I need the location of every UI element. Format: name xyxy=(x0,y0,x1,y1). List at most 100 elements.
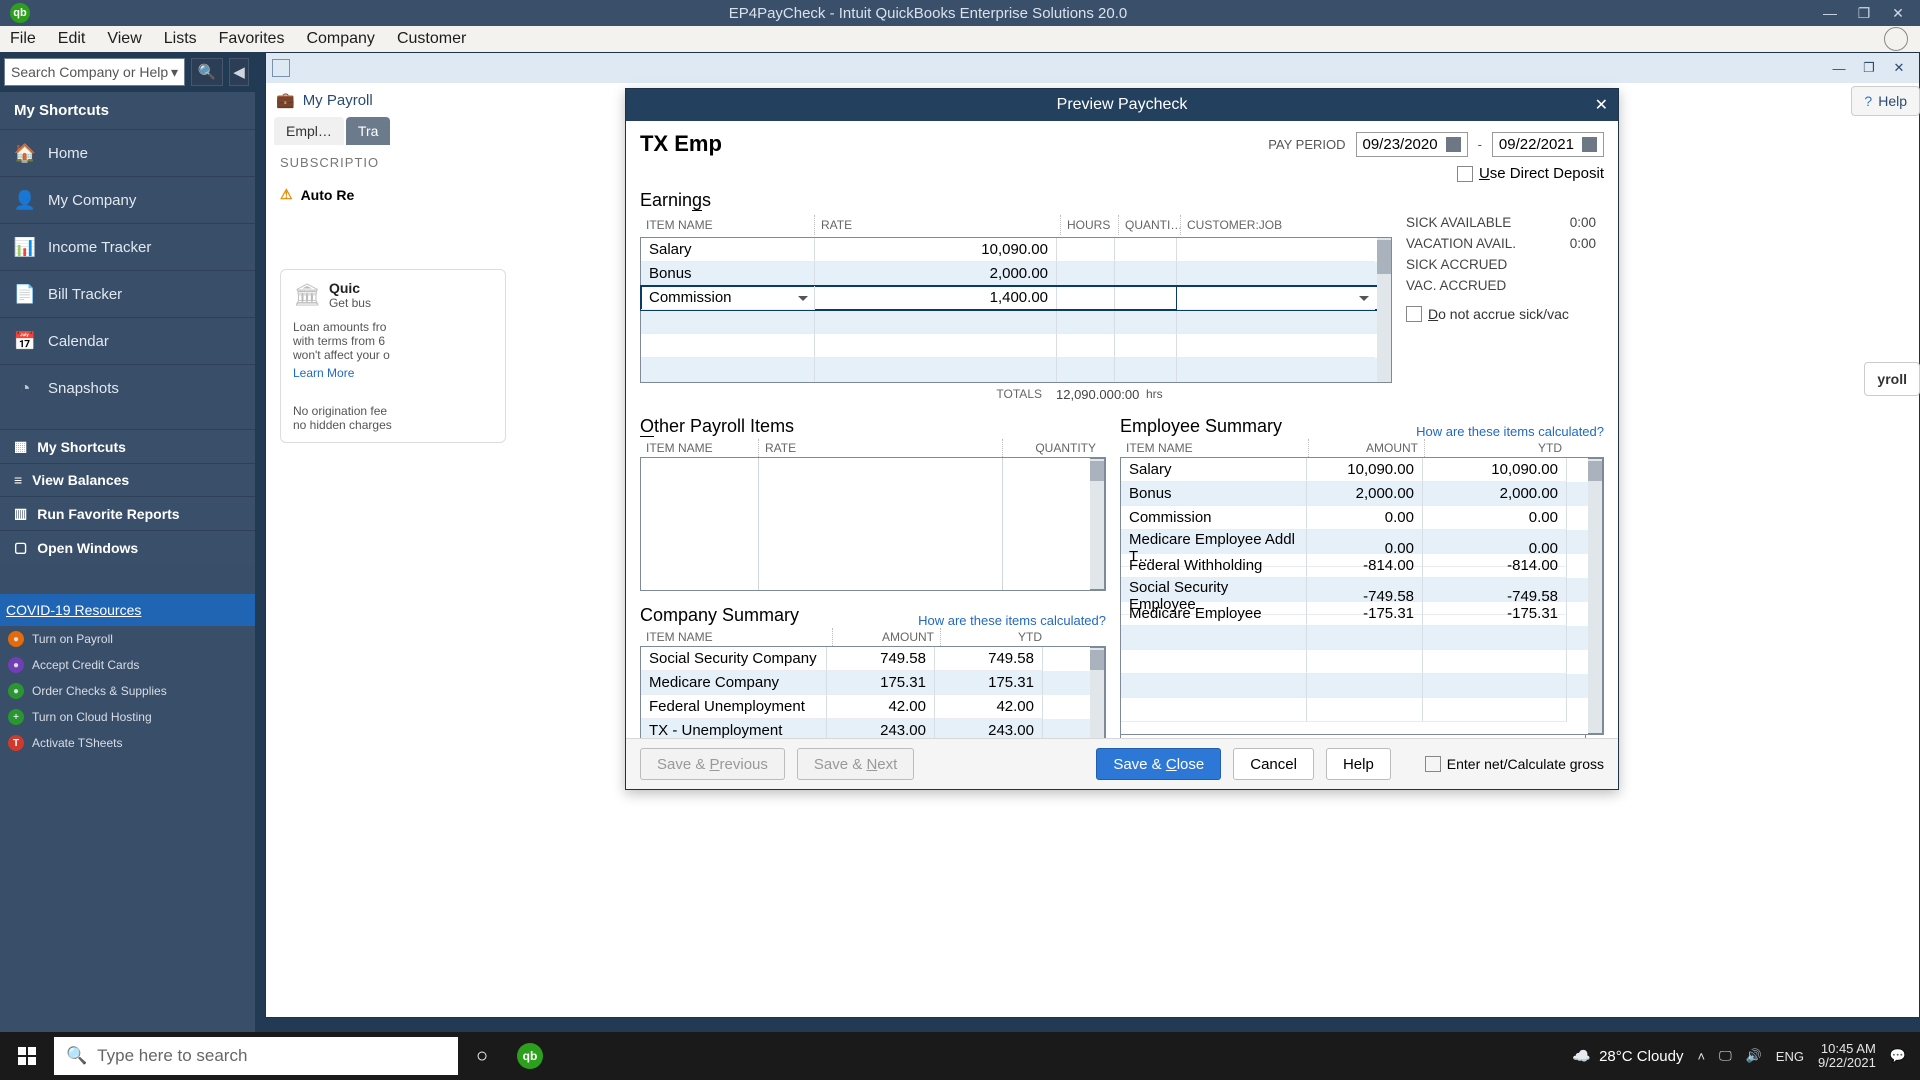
search-button[interactable]: 🔍 xyxy=(191,58,223,86)
cell-empty[interactable] xyxy=(815,334,1057,358)
nav-home[interactable]: 🏠Home xyxy=(0,129,255,176)
cortana-icon[interactable]: ○ xyxy=(458,1032,506,1080)
cell[interactable]: Social Security Company xyxy=(641,647,827,671)
cell[interactable]: 2,000.00 xyxy=(1423,482,1567,506)
cancel-button[interactable]: Cancel xyxy=(1233,748,1314,780)
cell-qty[interactable] xyxy=(1115,238,1177,262)
cell[interactable]: Salary xyxy=(1121,458,1307,482)
cell[interactable]: -814.00 xyxy=(1307,554,1423,578)
cell-empty[interactable] xyxy=(1423,698,1567,722)
reminders-icon[interactable] xyxy=(1884,27,1908,51)
nav-income-tracker[interactable]: 📊Income Tracker xyxy=(0,223,255,270)
nav-bill-tracker[interactable]: 📄Bill Tracker xyxy=(0,270,255,317)
cell-rate[interactable]: 10,090.00 xyxy=(815,238,1057,262)
save-previous-button[interactable]: Save & Previous xyxy=(640,748,785,780)
cell-empty[interactable] xyxy=(1057,358,1115,382)
cell-rate[interactable]: 1,400.00 xyxy=(815,286,1057,310)
cell[interactable]: Commission xyxy=(1121,506,1307,530)
enter-net-checkbox[interactable] xyxy=(1425,756,1441,772)
window-expand-icon[interactable] xyxy=(272,59,290,77)
cell-empty[interactable] xyxy=(1057,334,1115,358)
no-accrue-checkbox[interactable] xyxy=(1406,306,1422,322)
cell-empty[interactable] xyxy=(1121,674,1307,698)
restore-button[interactable]: ❐ xyxy=(1850,3,1878,23)
nav-snapshots[interactable]: ◔Snapshots xyxy=(0,364,255,411)
mini-accept-cards[interactable]: ●Accept Credit Cards xyxy=(0,652,255,678)
cell[interactable]: 175.31 xyxy=(827,671,935,695)
cell-empty[interactable] xyxy=(1423,674,1567,698)
menu-view[interactable]: View xyxy=(107,30,141,48)
payroll-side-button[interactable]: yroll xyxy=(1864,362,1920,396)
cell-item[interactable]: Salary xyxy=(641,238,815,262)
earnings-table[interactable]: Salary10,090.00 Bonus2,000.00 Commission… xyxy=(640,237,1392,383)
menu-customers[interactable]: Customer xyxy=(397,30,466,48)
cell-item-dropdown[interactable]: Commission xyxy=(641,286,815,310)
cell-qty[interactable] xyxy=(1115,262,1177,286)
help-pill[interactable]: ?Help xyxy=(1851,86,1920,116)
employee-scrollbar[interactable] xyxy=(1588,458,1603,734)
cell-empty[interactable] xyxy=(1121,650,1307,674)
cell-empty[interactable] xyxy=(641,310,815,334)
cell[interactable]: -175.31 xyxy=(1307,602,1423,626)
earnings-scrollbar[interactable] xyxy=(1377,237,1392,383)
menu-edit[interactable]: Edit xyxy=(58,30,86,48)
calendar-icon[interactable] xyxy=(1582,137,1597,152)
footer-open-windows[interactable]: ▢Open Windows xyxy=(0,530,255,564)
cell[interactable]: Medicare Employee xyxy=(1121,602,1307,626)
cell-empty[interactable] xyxy=(1177,334,1375,358)
cell-empty[interactable] xyxy=(1177,358,1375,382)
cell[interactable]: 749.58 xyxy=(827,647,935,671)
cell[interactable]: 10,090.00 xyxy=(1307,458,1423,482)
tray-lang[interactable]: ENG xyxy=(1776,1049,1804,1064)
weather-widget[interactable]: ☁️28°C Cloudy xyxy=(1572,1047,1683,1065)
cell[interactable]: Federal Withholding xyxy=(1121,554,1307,578)
cell-empty[interactable] xyxy=(1307,674,1423,698)
cell[interactable]: 2,000.00 xyxy=(1307,482,1423,506)
cell-empty[interactable] xyxy=(1423,626,1567,650)
other-scrollbar[interactable] xyxy=(1090,458,1105,590)
save-next-button[interactable]: Save & Next xyxy=(797,748,914,780)
mdi-close-button[interactable]: ✕ xyxy=(1887,58,1911,78)
cell-empty[interactable] xyxy=(1423,650,1567,674)
start-button[interactable] xyxy=(0,1032,54,1080)
menu-lists[interactable]: Lists xyxy=(164,30,197,48)
pay-period-from[interactable]: 09/23/2020 xyxy=(1356,132,1468,157)
cell-empty[interactable] xyxy=(1307,698,1423,722)
cell-rate[interactable]: 2,000.00 xyxy=(815,262,1057,286)
footer-my-shortcuts[interactable]: ▦My Shortcuts xyxy=(0,429,255,463)
menu-file[interactable]: File xyxy=(10,30,36,48)
cell-cj[interactable] xyxy=(1177,262,1375,286)
tray-chevron-icon[interactable]: ˄ xyxy=(1697,1049,1705,1064)
cell-empty[interactable] xyxy=(1115,358,1177,382)
cell[interactable]: 42.00 xyxy=(935,695,1043,719)
cell-qty[interactable] xyxy=(1115,286,1177,310)
cell-empty[interactable] xyxy=(1115,334,1177,358)
mini-tsheets[interactable]: TActivate TSheets xyxy=(0,730,255,756)
nav-my-company[interactable]: 👤My Company xyxy=(0,176,255,223)
calendar-icon[interactable] xyxy=(1446,137,1461,152)
cell-empty[interactable] xyxy=(1057,310,1115,334)
covid-resources-link[interactable]: COVID-19 Resources xyxy=(0,594,255,626)
promo-learn-more-link[interactable]: Learn More xyxy=(293,366,493,380)
pay-period-to[interactable]: 09/22/2021 xyxy=(1492,132,1604,157)
nav-collapse-button[interactable]: ◀ xyxy=(229,58,249,86)
other-payroll-table[interactable] xyxy=(640,457,1106,591)
cell-cj[interactable] xyxy=(1177,238,1375,262)
cell-empty[interactable] xyxy=(1115,310,1177,334)
cell-empty[interactable] xyxy=(641,358,815,382)
cell[interactable]: 42.00 xyxy=(827,695,935,719)
cell[interactable]: 0.00 xyxy=(1423,506,1567,530)
cell[interactable]: 749.58 xyxy=(935,647,1043,671)
taskbar-search[interactable]: 🔍Type here to search xyxy=(54,1037,458,1075)
mdi-restore-button[interactable]: ❐ xyxy=(1857,58,1881,78)
save-close-button[interactable]: Save & Close xyxy=(1096,748,1221,780)
cell-empty[interactable] xyxy=(815,358,1057,382)
mini-order-checks[interactable]: ●Order Checks & Supplies xyxy=(0,678,255,704)
calc-link-company[interactable]: How are these items calculated? xyxy=(918,613,1106,628)
cell-empty[interactable] xyxy=(815,310,1057,334)
cell-empty[interactable] xyxy=(1307,626,1423,650)
menu-company[interactable]: Company xyxy=(306,30,374,48)
cell[interactable]: Medicare Company xyxy=(641,671,827,695)
taskbar-clock[interactable]: 10:45 AM 9/22/2021 xyxy=(1818,1042,1876,1071)
cell-item[interactable]: Bonus xyxy=(641,262,815,286)
